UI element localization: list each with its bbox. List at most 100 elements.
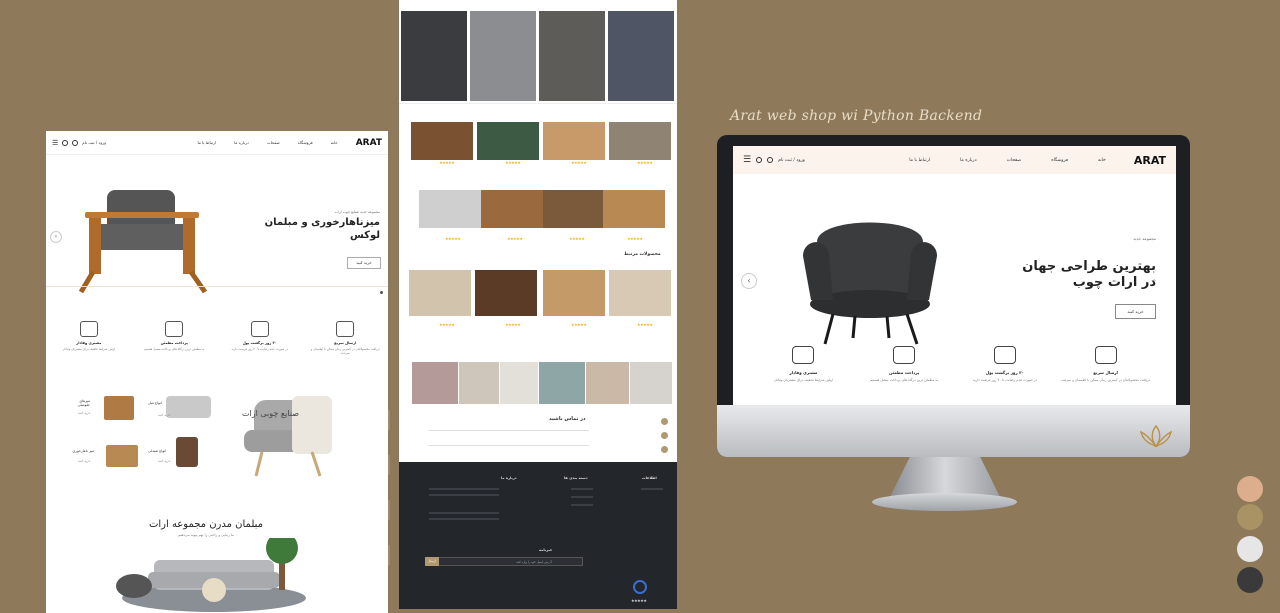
menu-icon[interactable]: ☰ — [743, 155, 751, 165]
screen-hero-prev-button[interactable]: ‹ — [741, 273, 757, 289]
cart-icon[interactable] — [767, 157, 774, 163]
screen-hero-next-icon[interactable]: › — [1153, 276, 1156, 285]
banner-image[interactable] — [500, 362, 538, 404]
gallery-image[interactable] — [539, 11, 605, 101]
menu-icon[interactable]: ☰ — [52, 139, 58, 147]
left-nav-pages[interactable]: صفحات — [267, 140, 280, 145]
search-icon[interactable] — [62, 139, 69, 146]
category-chairs[interactable]: انواع صندلی — [148, 449, 166, 453]
product-card[interactable] — [609, 122, 671, 164]
feature-title: ارسال سریع — [334, 341, 357, 345]
screen-nav-shop[interactable]: فروشگاه — [1051, 158, 1068, 163]
left-nav-home[interactable]: خانه — [331, 140, 338, 145]
truck-icon — [336, 321, 355, 337]
product-card[interactable] — [475, 270, 537, 316]
screen-login[interactable]: ورود / ثبت نام ☰ — [743, 155, 805, 165]
monitor-chin — [717, 405, 1190, 457]
left-features: ارسال سریع دریافت محصولاتتان در کمترین ز… — [46, 321, 388, 361]
modern-furniture-title: مبلمان مدرن مجموعه ارات — [148, 519, 264, 530]
feature-title: پرداخت مطمئن — [889, 370, 920, 375]
middle-page-mockup: ★★★★★ ★★★★★ ★★★★★ ★★★★★ ★★★★★ ★★★★★ ★★★★… — [399, 0, 677, 609]
color-swatch-charcoal — [1237, 567, 1263, 593]
monitor-base — [872, 493, 1017, 511]
category-shop-link[interactable]: خرید کنید — [78, 411, 90, 415]
color-swatch-light-gray — [1237, 536, 1263, 562]
left-login[interactable]: ورود / ثبت نام ☰ — [52, 139, 106, 147]
banner-image[interactable] — [459, 362, 499, 404]
gallery-image[interactable] — [608, 11, 674, 101]
product-card[interactable] — [481, 190, 543, 232]
banner-image[interactable] — [630, 362, 672, 404]
footer-col-categories: دسته بندی ها — [564, 476, 588, 480]
left-nav-about[interactable]: درباره ما — [234, 140, 249, 145]
product-card[interactable] — [411, 122, 473, 164]
category-dining[interactable]: میز ناهارخوری — [68, 449, 94, 453]
feature-desc: در صورت عدم رضایت تا ۳۰ روز فرصت دارید — [972, 378, 1037, 382]
enamad-badge-icon[interactable] — [633, 580, 647, 594]
feature-desc: اولین شرایط تخفیف برای مشتریان وفادار — [773, 378, 833, 382]
category-sofas[interactable]: انواع مبل — [148, 401, 162, 405]
rating-stars: ★★★★★ — [571, 160, 587, 165]
feature-secure-payment: پرداخت مطمئن به مطمئن ترین درگاه های پرد… — [859, 346, 949, 401]
rating-stars: ★★★★★ — [569, 236, 585, 241]
card-icon — [165, 321, 184, 337]
left-login-label: ورود / ثبت نام — [82, 140, 107, 145]
feature-title: ۳۰ روز برگشت پول — [242, 341, 277, 345]
product-card[interactable] — [543, 270, 605, 316]
feature-desc: به مطمئن ترین درگاه های پرداخت متصل هستی… — [144, 347, 205, 351]
screen-nav-contact[interactable]: ارتباط با ما — [909, 158, 930, 163]
table-thumb — [104, 396, 134, 420]
left-logo: ARAT — [355, 137, 382, 148]
product-card[interactable] — [603, 190, 665, 232]
product-card[interactable] — [477, 122, 539, 164]
sofa-thumb — [166, 396, 211, 418]
color-swatch-gold — [1237, 504, 1263, 530]
rating-stars: ★★★★★ — [505, 322, 521, 327]
product-card[interactable] — [543, 190, 605, 232]
product-card[interactable] — [609, 270, 671, 316]
footer-col-about: درباره ما — [501, 476, 517, 480]
black-armchair-image — [803, 222, 937, 345]
newsletter-email-input[interactable]: آدرس ایمیل خود را وارد کنید — [425, 557, 583, 566]
screen-hero-subtitle: مجموعه جدید — [1133, 236, 1156, 241]
category-shop-link[interactable]: خرید کنید — [78, 459, 90, 463]
banner-image[interactable] — [539, 362, 585, 404]
left-hero-title: میزناهارخوری و مبلمان لوکس — [264, 217, 380, 241]
newsletter-submit-button[interactable]: ارسال — [425, 557, 439, 566]
screen-nav-home[interactable]: خانه — [1098, 158, 1106, 163]
banner-image[interactable] — [412, 362, 458, 404]
banner-image[interactable] — [586, 362, 629, 404]
left-hero-subtitle: مجموعه جدید صنایع چوب ارات — [334, 210, 380, 214]
gallery-image[interactable] — [470, 11, 536, 101]
screen-hero-shop-button[interactable]: خرید کنید — [1115, 304, 1156, 319]
feature-title: مشتری وفادار — [789, 370, 818, 375]
left-nav-contact[interactable]: ارتباط با ما — [198, 140, 217, 145]
living-room-image — [116, 538, 306, 612]
screen-nav-pages[interactable]: صفحات — [1007, 158, 1022, 163]
search-icon[interactable] — [756, 157, 763, 163]
left-hero-shop-button[interactable]: خرید کنید — [347, 257, 381, 269]
feature-loyal-customer: مشتری وفادار اولین شرایط تخفیف برای مشتر… — [51, 321, 127, 361]
feature-desc: به مطمئن ترین درگاه های پرداخت متصل هستی… — [870, 378, 939, 382]
category-shop-link[interactable]: خرید کنید — [158, 459, 170, 463]
money-back-icon — [993, 346, 1016, 364]
gallery-image[interactable] — [401, 11, 467, 101]
newsletter-title: خبرنامه — [539, 548, 553, 552]
category-shop-link[interactable]: خرید کنید — [158, 413, 170, 417]
cart-icon[interactable] — [72, 139, 79, 146]
rating-stars: ★★★★★ — [507, 236, 523, 241]
screen-nav-about[interactable]: درباره ما — [960, 158, 977, 163]
modern-furniture-subtitle: ما زیبایی و راحتی را بهم پیوند می‌دهیم — [178, 533, 234, 537]
product-card[interactable] — [543, 122, 605, 164]
left-nav-shop[interactable]: فروشگاه — [298, 140, 313, 145]
category-coffee-tables[interactable]: میزهای جلومبلی — [66, 399, 90, 407]
product-card[interactable] — [409, 270, 471, 316]
feature-fast-shipping: ارسال سریع دریافت محصولاتتان در کمترین ز… — [307, 321, 383, 361]
phone-icon — [661, 432, 668, 439]
product-card[interactable] — [419, 190, 481, 232]
feature-desc: در صورت عدم رضایت تا ۳۰ روز فرصت دارید — [231, 347, 289, 351]
feature-loyal-customer: مشتری وفادار اولین شرایط تخفیف برای مشتر… — [758, 346, 848, 401]
feature-money-back: ۳۰ روز برگشت پول در صورت عدم رضایت تا ۳۰… — [960, 346, 1050, 401]
left-hero-prev-button[interactable]: ‹ — [50, 231, 62, 243]
feature-title: پرداخت مطمئن — [160, 341, 188, 345]
